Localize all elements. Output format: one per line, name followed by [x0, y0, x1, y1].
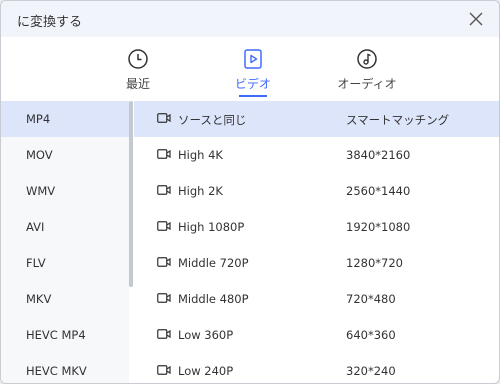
preset-name: Low 360P	[178, 328, 234, 342]
preset-row[interactable]: High 1080P 1920*1080	[134, 209, 499, 245]
preset-row[interactable]: High 4K 3840*2160	[134, 137, 499, 173]
category-tabs: 最近 ビデオ オーディオ	[1, 37, 499, 101]
tab-video-label: ビデオ	[234, 77, 271, 91]
format-label: MP4	[26, 112, 51, 126]
preset-resolution: 640*360	[346, 328, 396, 342]
format-item-mov[interactable]: MOV	[1, 137, 129, 173]
clock-icon	[128, 49, 148, 69]
preset-name: Low 240P	[178, 364, 234, 378]
video-camera-icon	[157, 113, 171, 123]
preset-name: ソースと同じ	[178, 113, 247, 127]
format-item-avi[interactable]: AVI	[1, 209, 129, 245]
video-camera-icon	[157, 221, 171, 231]
preset-resolution: 3840*2160	[346, 148, 411, 162]
preset-resolution: 1280*720	[346, 256, 403, 270]
tab-audio[interactable]: オーディオ	[322, 47, 412, 92]
format-item-hevc-mkv[interactable]: HEVC MKV	[1, 353, 129, 383]
tab-video[interactable]: ビデオ	[208, 47, 298, 97]
video-camera-icon	[157, 185, 171, 195]
preset-row[interactable]: Middle 720P 1280*720	[134, 245, 499, 281]
format-label: HEVC MP4	[26, 328, 86, 342]
format-label: FLV	[26, 256, 46, 270]
preset-name: Middle 720P	[178, 256, 249, 270]
format-list: MP4 MOV WMV AVI FLV MKV HEVC MP4 HEVC MK…	[1, 101, 129, 383]
preset-row[interactable]: Low 240P 320*240	[134, 353, 499, 383]
preset-resolution: 1920*1080	[346, 220, 411, 234]
dialog-titlebar: に変換する	[1, 1, 499, 37]
preset-list: ソースと同じ スマートマッチング High 4K 3840*2160 High …	[134, 101, 499, 383]
tab-recent[interactable]: 最近	[93, 47, 183, 92]
preset-name: High 4K	[178, 148, 223, 162]
format-label: HEVC MKV	[26, 364, 87, 378]
preset-row[interactable]: ソースと同じ スマートマッチング	[134, 101, 499, 137]
preset-row[interactable]: High 2K 2560*1440	[134, 173, 499, 209]
preset-resolution: スマートマッチング	[346, 113, 450, 127]
music-note-icon	[357, 49, 377, 69]
format-label: WMV	[26, 184, 56, 198]
format-label: MKV	[26, 292, 52, 306]
dialog-title: に変換する	[17, 15, 83, 30]
close-button[interactable]	[463, 6, 489, 32]
preset-name: Middle 480P	[178, 292, 249, 306]
preset-name: High 2K	[178, 184, 223, 198]
format-item-mp4[interactable]: MP4	[1, 101, 129, 137]
preset-resolution: 2560*1440	[346, 184, 411, 198]
format-label: MOV	[26, 148, 53, 162]
preset-resolution: 720*480	[346, 292, 396, 306]
format-list-scrollbar[interactable]	[129, 101, 133, 287]
format-item-flv[interactable]: FLV	[1, 245, 129, 281]
convert-dialog: に変換する 最近 ビデオ オーディオ MP4 MOV WMV AVI FLV M…	[0, 0, 500, 384]
tab-audio-label: オーディオ	[337, 77, 397, 91]
close-icon	[469, 12, 483, 26]
format-item-wmv[interactable]: WMV	[1, 173, 129, 209]
video-camera-icon	[157, 293, 171, 303]
format-item-hevc-mp4[interactable]: HEVC MP4	[1, 317, 129, 353]
tab-recent-label: 最近	[125, 77, 150, 91]
active-tab-indicator	[239, 95, 267, 97]
preset-name: High 1080P	[178, 220, 245, 234]
preset-row[interactable]: Low 360P 640*360	[134, 317, 499, 353]
video-camera-icon	[157, 149, 171, 159]
video-icon	[244, 49, 262, 69]
format-item-mkv[interactable]: MKV	[1, 281, 129, 317]
preset-row[interactable]: Middle 480P 720*480	[134, 281, 499, 317]
format-label: AVI	[26, 220, 45, 234]
video-camera-icon	[157, 365, 171, 375]
video-camera-icon	[157, 329, 171, 339]
preset-resolution: 320*240	[346, 364, 396, 378]
video-camera-icon	[157, 257, 171, 267]
